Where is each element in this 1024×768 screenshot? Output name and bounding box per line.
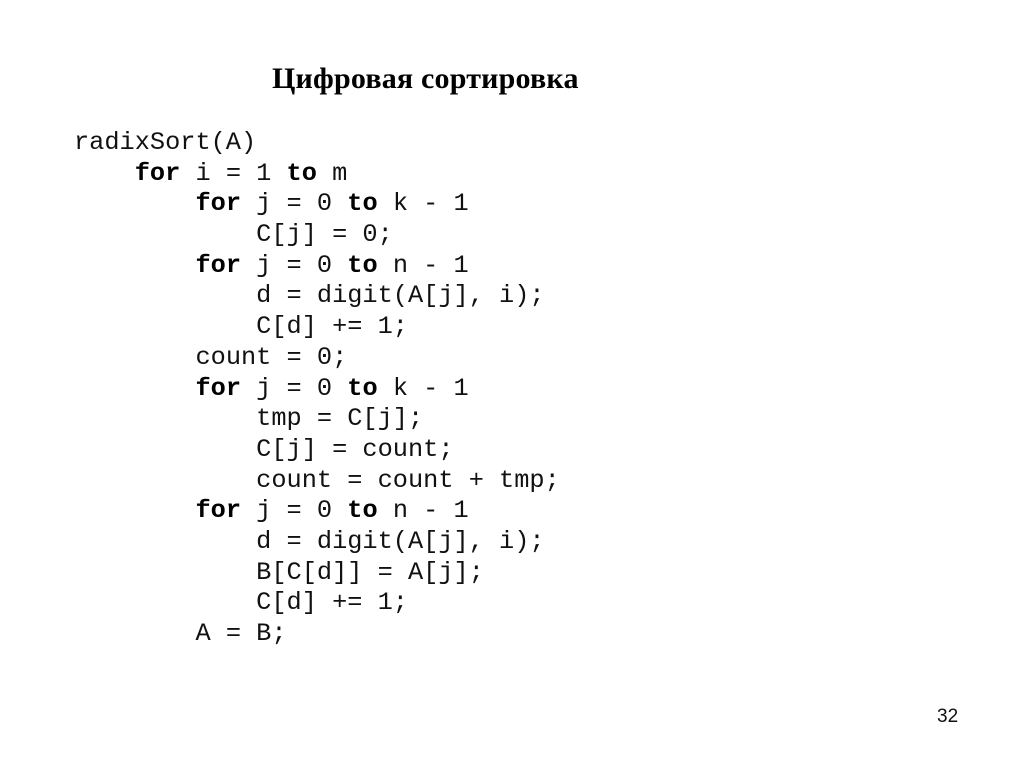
- code-text: C[d] += 1;: [256, 312, 408, 342]
- code-line: B[C[d]] = A[j];: [74, 558, 560, 589]
- code-text: B[C[d]] = A[j];: [256, 557, 484, 587]
- code-text: m: [316, 158, 348, 188]
- code-text: j = 0: [241, 250, 348, 280]
- code-line: d = digit(A[j], i);: [74, 281, 560, 312]
- code-keyword: to: [347, 496, 378, 526]
- code-line: d = digit(A[j], i);: [74, 527, 560, 558]
- code-text: C[d] += 1;: [256, 588, 408, 618]
- code-text: n - 1: [377, 250, 469, 280]
- code-text: j = 0: [241, 189, 348, 219]
- code-line: C[d] += 1;: [74, 588, 560, 619]
- code-text: C[j] = 0;: [256, 220, 393, 250]
- code-keyword: to: [286, 158, 317, 188]
- code-line: for j = 0 to n - 1: [74, 251, 560, 282]
- code-text: tmp = C[j];: [256, 404, 424, 434]
- slide-title: Цифровая сортировка: [272, 62, 579, 95]
- code-text: j = 0: [241, 496, 348, 526]
- code-keyword: to: [347, 373, 378, 403]
- code-keyword: to: [347, 189, 378, 219]
- page-number: 32: [937, 706, 959, 727]
- code-text: d = digit(A[j], i);: [256, 526, 545, 556]
- code-keyword: for: [195, 189, 241, 219]
- code-keyword: for: [195, 250, 241, 280]
- code-text: k - 1: [377, 189, 469, 219]
- code-text: radixSort(A): [74, 128, 257, 157]
- code-line: A = B;: [74, 619, 560, 650]
- code-text: k - 1: [377, 373, 469, 403]
- code-text: C[j] = count;: [256, 434, 454, 464]
- pseudocode-block: radixSort(A) for i = 1 to m for j = 0 to…: [74, 128, 560, 650]
- code-line: C[j] = 0;: [74, 220, 560, 251]
- code-keyword: for: [195, 373, 241, 403]
- code-line: for j = 0 to n - 1: [74, 496, 560, 527]
- code-text: count = count + tmp;: [256, 465, 560, 495]
- code-line: for j = 0 to k - 1: [74, 374, 560, 405]
- code-line: radixSort(A): [74, 128, 560, 159]
- code-keyword: for: [134, 158, 181, 188]
- code-line: C[d] += 1;: [74, 312, 560, 343]
- code-text: n - 1: [377, 496, 469, 526]
- code-line: for j = 0 to k - 1: [74, 189, 560, 220]
- code-line: tmp = C[j];: [74, 404, 560, 435]
- code-text: A = B;: [195, 619, 287, 648]
- code-text: count = 0;: [195, 342, 348, 372]
- code-line: count = count + tmp;: [74, 466, 560, 497]
- code-line: C[j] = count;: [74, 435, 560, 466]
- code-line: count = 0;: [74, 343, 560, 374]
- code-keyword: for: [195, 496, 241, 526]
- code-text: j = 0: [241, 373, 348, 403]
- code-text: i = 1: [180, 158, 287, 188]
- code-line: for i = 1 to m: [74, 159, 560, 190]
- code-text: d = digit(A[j], i);: [256, 281, 545, 311]
- code-keyword: to: [347, 250, 378, 280]
